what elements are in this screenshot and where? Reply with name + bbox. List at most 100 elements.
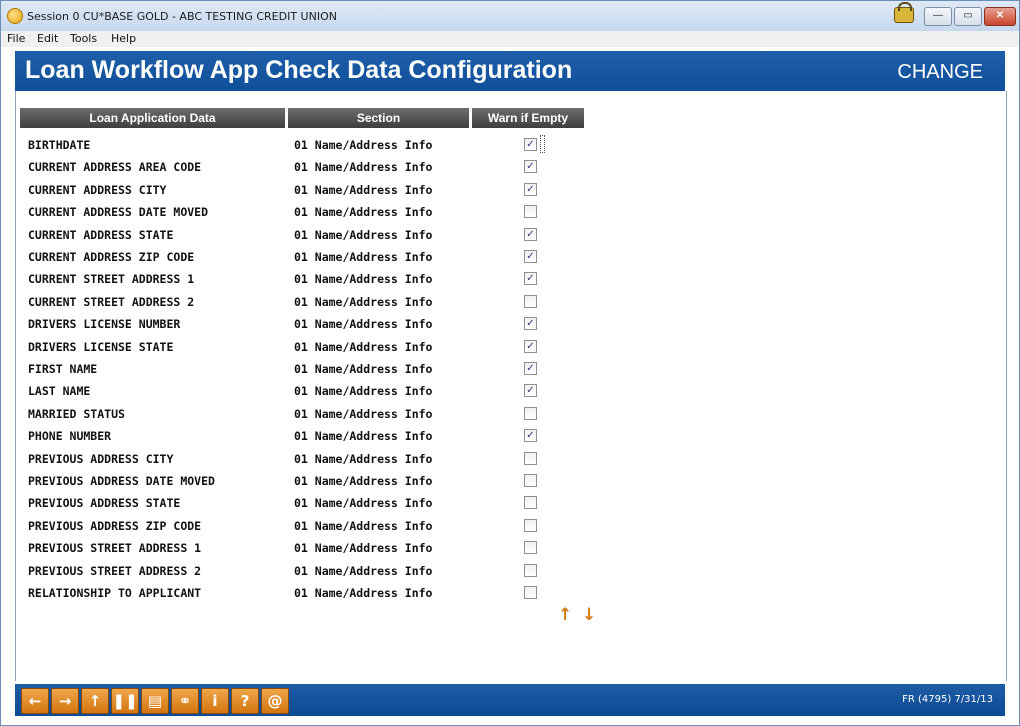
field-name: CURRENT ADDRESS AREA CODE	[28, 160, 202, 175]
warn-if-empty-checkbox[interactable]: ✓	[524, 317, 537, 331]
pause-icon[interactable]: ❚❚	[111, 688, 139, 714]
warn-if-empty-checkbox[interactable]: ✓	[524, 227, 537, 241]
field-name: DRIVERS LICENSE STATE	[28, 339, 174, 354]
minimize-button[interactable]: —	[924, 7, 952, 26]
table-row: LAST NAME 01 Name/Address Info ✓	[28, 380, 588, 402]
email-icon[interactable]: @	[261, 688, 289, 714]
warn-if-empty-checkbox[interactable]: ✓	[524, 250, 537, 263]
lock-icon[interactable]	[894, 2, 914, 23]
section-name: 01 Name/Address Info	[294, 272, 433, 287]
field-name: PREVIOUS ADDRESS ZIP CODE	[28, 518, 202, 533]
table-row: CURRENT ADDRESS CITY 01 Name/Address Info…	[28, 179, 588, 201]
menu-help[interactable]: Help	[111, 32, 136, 45]
warn-if-empty-checkbox[interactable]: ✓	[524, 384, 537, 398]
section-name: 01 Name/Address Info	[294, 227, 433, 242]
section-name: 01 Name/Address Info	[294, 406, 433, 421]
warn-if-empty-checkbox[interactable]	[524, 205, 537, 219]
title-bar: Session 0 CU*BASE GOLD - ABC TESTING CRE…	[1, 1, 1019, 31]
field-name: MARRIED STATUS	[28, 406, 125, 421]
field-name: PREVIOUS ADDRESS STATE	[28, 496, 181, 511]
field-name: CURRENT STREET ADDRESS 1	[28, 272, 195, 287]
help-icon[interactable]: ?	[231, 688, 259, 714]
warn-if-empty-checkbox[interactable]	[524, 518, 537, 532]
section-name: 01 Name/Address Info	[294, 451, 433, 466]
menu-tools[interactable]: Tools	[70, 32, 97, 45]
field-name: DRIVERS LICENSE NUMBER	[28, 317, 181, 332]
section-name: 01 Name/Address Info	[294, 294, 433, 309]
column-header-loan-application-data[interactable]: Loan Application Data	[20, 108, 285, 128]
section-name: 01 Name/Address Info	[294, 563, 433, 578]
table-row: CURRENT STREET ADDRESS 2 01 Name/Address …	[28, 291, 588, 313]
warn-if-empty-checkbox[interactable]: ✓	[524, 182, 537, 196]
table-row: BIRTHDATE 01 Name/Address Info ✓	[28, 134, 588, 156]
header-band: Loan Workflow App Check Data Configurati…	[15, 51, 1005, 91]
warn-if-empty-checkbox[interactable]	[524, 496, 537, 510]
field-name: CURRENT STREET ADDRESS 2	[28, 294, 195, 309]
table-row: DRIVERS LICENSE STATE 01 Name/Address Inf…	[28, 336, 588, 358]
menu-edit[interactable]: Edit	[37, 32, 58, 45]
table-row: DRIVERS LICENSE NUMBER 01 Name/Address In…	[28, 313, 588, 335]
print-icon[interactable]: ▤	[141, 688, 169, 714]
table-row: CURRENT STREET ADDRESS 1 01 Name/Address …	[28, 268, 588, 290]
section-name: 01 Name/Address Info	[294, 317, 433, 332]
field-name: FIRST NAME	[28, 362, 98, 376]
warn-if-empty-checkbox[interactable]: ✓	[524, 272, 537, 286]
field-name: BIRTHDATE	[28, 138, 91, 152]
page-title: Loan Workflow App Check Data Configurati…	[25, 56, 573, 84]
table-row: CURRENT ADDRESS ZIP CODE 01 Name/Address …	[28, 246, 588, 268]
close-button[interactable]: ✕	[984, 7, 1016, 26]
footer-toolbar: ← → ↑ ❚❚ ▤ ⚭ i? @ FR (4795) 7/31/13	[15, 684, 1005, 716]
warn-if-empty-checkbox[interactable]	[524, 541, 537, 555]
warn-if-empty-checkbox[interactable]	[524, 406, 537, 420]
warn-if-empty-checkbox[interactable]	[524, 563, 537, 577]
warn-if-empty-checkbox[interactable]	[524, 586, 537, 599]
menu-file[interactable]: File	[7, 32, 25, 45]
column-header-warn-if-empty[interactable]: Warn if Empty	[472, 108, 584, 128]
maximize-button[interactable]: ▭	[954, 7, 982, 26]
table-row: PREVIOUS ADDRESS DATE MOVED 01 Name/Addre…	[28, 470, 588, 492]
warn-if-empty-checkbox[interactable]: ✓	[524, 160, 537, 174]
back-arrow-icon[interactable]: ←	[21, 688, 49, 714]
table-row: PREVIOUS ADDRESS CITY 01 Name/Address Inf…	[28, 448, 588, 470]
warn-if-empty-checkbox[interactable]: ✓	[524, 138, 537, 151]
warn-if-empty-checkbox[interactable]: ✓	[524, 362, 537, 375]
info-icon[interactable]: i	[201, 688, 229, 714]
application-window: Session 0 CU*BASE GOLD - ABC TESTING CRE…	[0, 0, 1020, 726]
column-header-section[interactable]: Section	[288, 108, 469, 128]
app-logo-icon	[7, 8, 23, 24]
field-name: CURRENT ADDRESS ZIP CODE	[28, 250, 195, 264]
section-name: 01 Name/Address Info	[294, 250, 433, 264]
scroll-down-icon[interactable]: ↓	[582, 605, 596, 625]
window-title: Session 0 CU*BASE GOLD - ABC TESTING CRE…	[27, 10, 337, 23]
menu-bar: File Edit Tools Help	[1, 31, 1019, 47]
scroll-up-icon[interactable]: ↑	[558, 605, 572, 625]
field-name: PREVIOUS STREET ADDRESS 1	[28, 541, 202, 556]
warn-if-empty-checkbox[interactable]: ✓	[524, 429, 537, 443]
table-row: PHONE NUMBER 01 Name/Address Info ✓	[28, 425, 588, 447]
field-name: PHONE NUMBER	[28, 429, 112, 444]
up-arrow-icon[interactable]: ↑	[81, 688, 109, 714]
warn-if-empty-checkbox[interactable]	[524, 474, 537, 487]
warn-if-empty-checkbox[interactable]: ✓	[524, 339, 537, 353]
field-name: CURRENT ADDRESS CITY	[28, 182, 167, 197]
section-name: 01 Name/Address Info	[294, 205, 433, 220]
section-name: 01 Name/Address Info	[294, 496, 433, 511]
field-name: CURRENT ADDRESS DATE MOVED	[28, 205, 209, 220]
warn-if-empty-checkbox[interactable]	[524, 294, 537, 308]
table-row: PREVIOUS STREET ADDRESS 1 01 Name/Address…	[28, 537, 588, 559]
section-name: 01 Name/Address Info	[294, 518, 433, 533]
table-row: CURRENT ADDRESS AREA CODE 01 Name/Address…	[28, 156, 588, 178]
section-name: 01 Name/Address Info	[294, 138, 433, 152]
section-name: 01 Name/Address Info	[294, 541, 433, 556]
mode-indicator: CHANGE	[897, 61, 983, 83]
warn-if-empty-checkbox[interactable]	[524, 451, 537, 465]
field-name: LAST NAME	[28, 384, 91, 399]
table-row: FIRST NAME 01 Name/Address Info ✓	[28, 358, 588, 380]
section-name: 01 Name/Address Info	[294, 586, 433, 600]
table-row: PREVIOUS ADDRESS STATE 01 Name/Address In…	[28, 492, 588, 514]
link-icon[interactable]: ⚭	[171, 688, 199, 714]
field-name: PREVIOUS STREET ADDRESS 2	[28, 563, 202, 578]
forward-arrow-icon[interactable]: →	[51, 688, 79, 714]
field-name: PREVIOUS ADDRESS CITY	[28, 451, 174, 466]
section-name: 01 Name/Address Info	[294, 182, 433, 197]
